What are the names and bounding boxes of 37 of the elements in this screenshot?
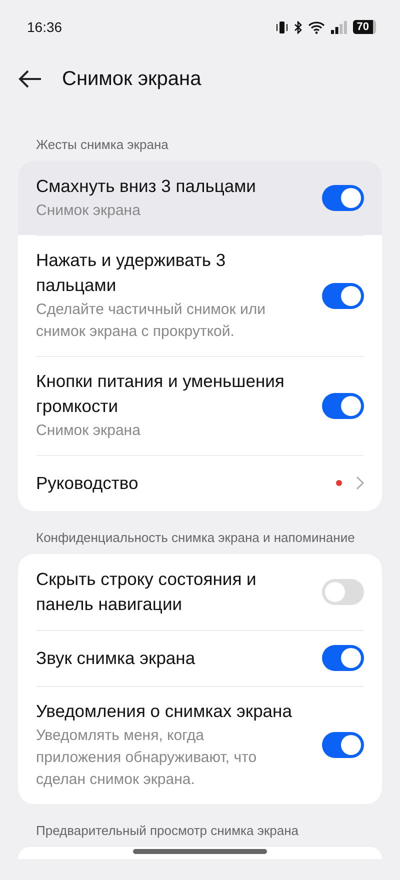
- signal-icon: [330, 20, 347, 34]
- setting-description: Сделайте частичный снимок или снимок экрана с прокруткой.: [36, 300, 267, 342]
- toggle-switch[interactable]: [322, 732, 364, 758]
- wifi-icon: [308, 20, 325, 34]
- setting-description: Уведомлять меня, когда приложения обнаруживают, что сделан снимок экрана.: [36, 726, 258, 790]
- toggle-switch[interactable]: [322, 579, 364, 605]
- setting-title: Скрыть строку состояния и панель навигации: [36, 568, 258, 616]
- setting-title: Уведомления о снимках экрана: [36, 700, 292, 723]
- toggle-switch[interactable]: [322, 392, 364, 418]
- setting-title: Смахнуть вниз 3 пальцами: [36, 175, 257, 198]
- battery-level: 70: [352, 20, 376, 34]
- setting-title: Руководство: [36, 472, 140, 495]
- back-button[interactable]: [18, 70, 42, 88]
- settings-row[interactable]: Смахнуть вниз 3 пальцами Снимок экрана: [18, 161, 382, 235]
- settings-row[interactable]: Звук снимка экрана: [18, 630, 382, 686]
- setting-title: Нажать и удерживать 3 пальцами: [36, 249, 227, 297]
- settings-row[interactable]: Руководство: [18, 455, 382, 511]
- chevron-right-icon: [356, 476, 364, 490]
- setting-description: Снимок экрана: [36, 201, 142, 221]
- settings-row[interactable]: Нажать и удерживать 3 пальцами Сделайте частичный снимок или снимок экрана с прокруткой.: [18, 235, 382, 356]
- vibrate-icon: [276, 20, 288, 34]
- setting-description: Снимок экрана: [36, 421, 142, 441]
- settings-row[interactable]: Кнопки питания и уменьшения громкости Снимок экрана: [18, 356, 382, 455]
- toggle-switch[interactable]: [322, 185, 364, 211]
- settings-row[interactable]: Скрыть строку состояния и панель навигации: [18, 554, 382, 630]
- section-title: Жесты снимка экрана: [35, 137, 170, 152]
- section-title: Конфиденциальность снимка экрана и напоминание: [35, 530, 356, 545]
- toggle-switch[interactable]: [322, 645, 364, 671]
- clock-time: 16:36: [27, 19, 62, 35]
- settings-row[interactable]: Уведомления о снимках экрана Уведомлять меня, когда приложения обнаруживают, что сделан снимок экрана.: [18, 686, 382, 804]
- setting-title: Звук снимка экрана: [36, 646, 196, 670]
- back-arrow-icon: [18, 70, 42, 88]
- page-title: Снимок экрана: [62, 68, 202, 90]
- section-title: Предварительный просмотр снимка экрана: [35, 823, 300, 838]
- setting-title: Кнопки питания и уменьшения громкости: [36, 370, 286, 418]
- bluetooth-icon: [294, 20, 302, 34]
- toggle-switch[interactable]: [322, 282, 364, 308]
